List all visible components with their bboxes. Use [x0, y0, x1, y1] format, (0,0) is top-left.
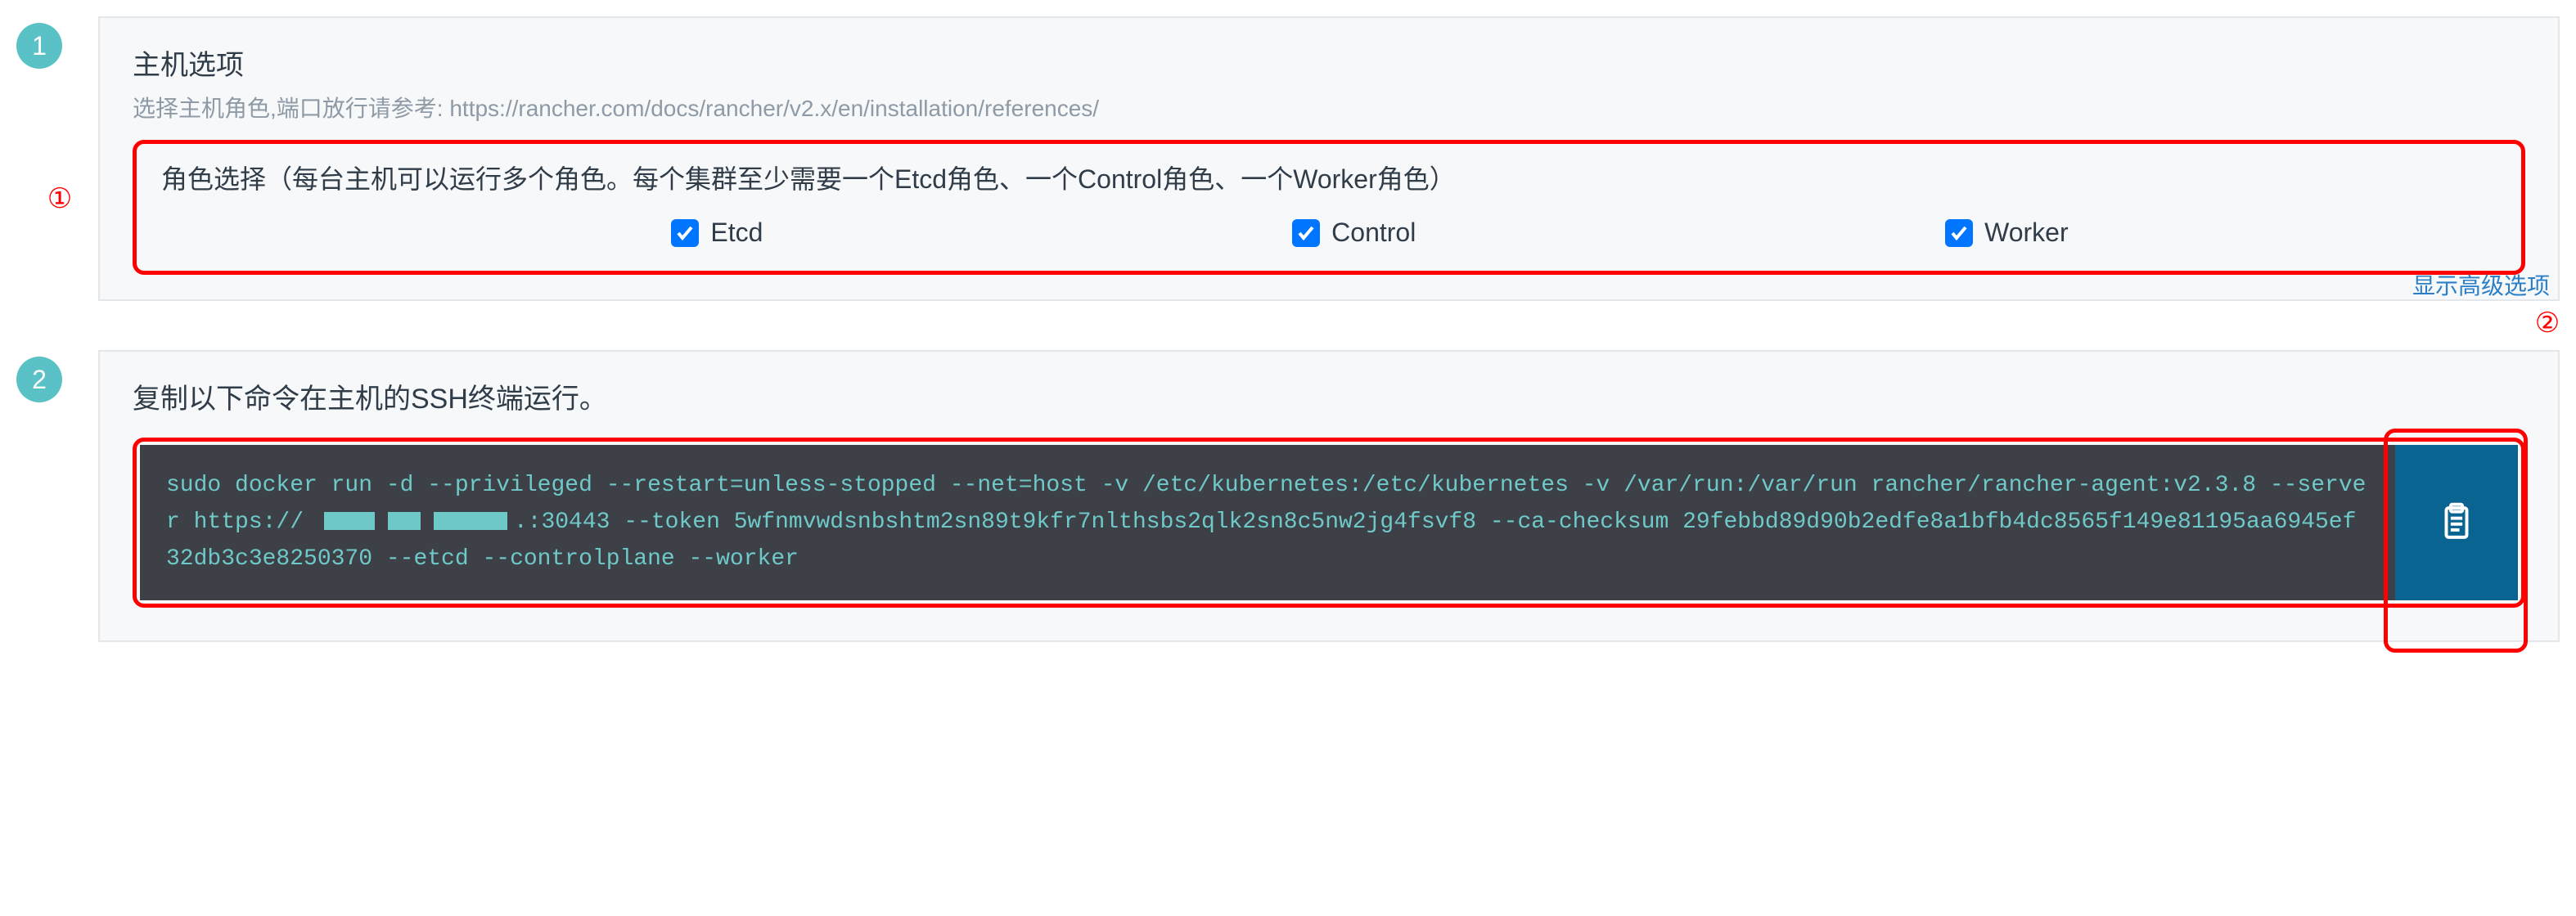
check-icon: [675, 223, 695, 243]
role-worker-label: Worker: [1984, 218, 2069, 248]
role-etcd-item: Etcd: [671, 218, 763, 248]
role-worker-item: Worker: [1945, 218, 2069, 248]
role-worker-checkbox[interactable]: [1945, 219, 1973, 247]
step-2-number: 2: [32, 365, 47, 395]
annotation-mark-2: ②: [2529, 304, 2566, 342]
redacted-ip-segment: [434, 512, 507, 530]
command-code-block[interactable]: sudo docker run -d --privileged --restar…: [140, 445, 2395, 600]
step-1-number: 1: [32, 31, 47, 61]
step-1-container: 1 ① 主机选项 选择主机角色,端口放行请参考: https://rancher…: [16, 16, 2560, 301]
step-1-badge: 1: [16, 23, 62, 69]
role-etcd-checkbox[interactable]: [671, 219, 699, 247]
step-1-subtitle: 选择主机角色,端口放行请参考: https://rancher.com/docs…: [133, 91, 2525, 123]
command-wrapper: sudo docker run -d --privileged --restar…: [133, 438, 2525, 608]
step-2-badge: 2: [16, 357, 62, 402]
step-2-panel: ② 复制以下命令在主机的SSH终端运行。 sudo docker run -d …: [98, 350, 2560, 642]
role-etcd-label: Etcd: [710, 218, 763, 248]
role-selection-box: 角色选择（每台主机可以运行多个角色。每个集群至少需要一个Etcd角色、一个Con…: [133, 140, 2525, 275]
role-instruction: 角色选择（每台主机可以运行多个角色。每个集群至少需要一个Etcd角色、一个Con…: [161, 159, 2497, 196]
redacted-ip-segment: [388, 512, 421, 530]
check-icon: [1949, 223, 1969, 243]
clipboard-icon: [2439, 502, 2475, 543]
step-2-container: 2 ② 复制以下命令在主机的SSH终端运行。 sudo docker run -…: [16, 350, 2560, 642]
check-icon: [1296, 223, 1316, 243]
step-1-panel: 主机选项 选择主机角色,端口放行请参考: https://rancher.com…: [98, 16, 2560, 301]
role-control-label: Control: [1331, 218, 1416, 248]
step-1-title: 主机选项: [133, 43, 2525, 83]
step-2-title: 复制以下命令在主机的SSH终端运行。: [133, 376, 2525, 416]
role-control-checkbox[interactable]: [1292, 219, 1320, 247]
show-advanced-link[interactable]: 显示高级选项: [2412, 268, 2550, 301]
role-checkbox-row: Etcd Control Worker: [161, 214, 2497, 251]
annotation-mark-1: ①: [41, 180, 79, 218]
redacted-ip-segment: [324, 512, 375, 530]
copy-command-button[interactable]: [2395, 445, 2518, 600]
role-control-item: Control: [1292, 218, 1416, 248]
